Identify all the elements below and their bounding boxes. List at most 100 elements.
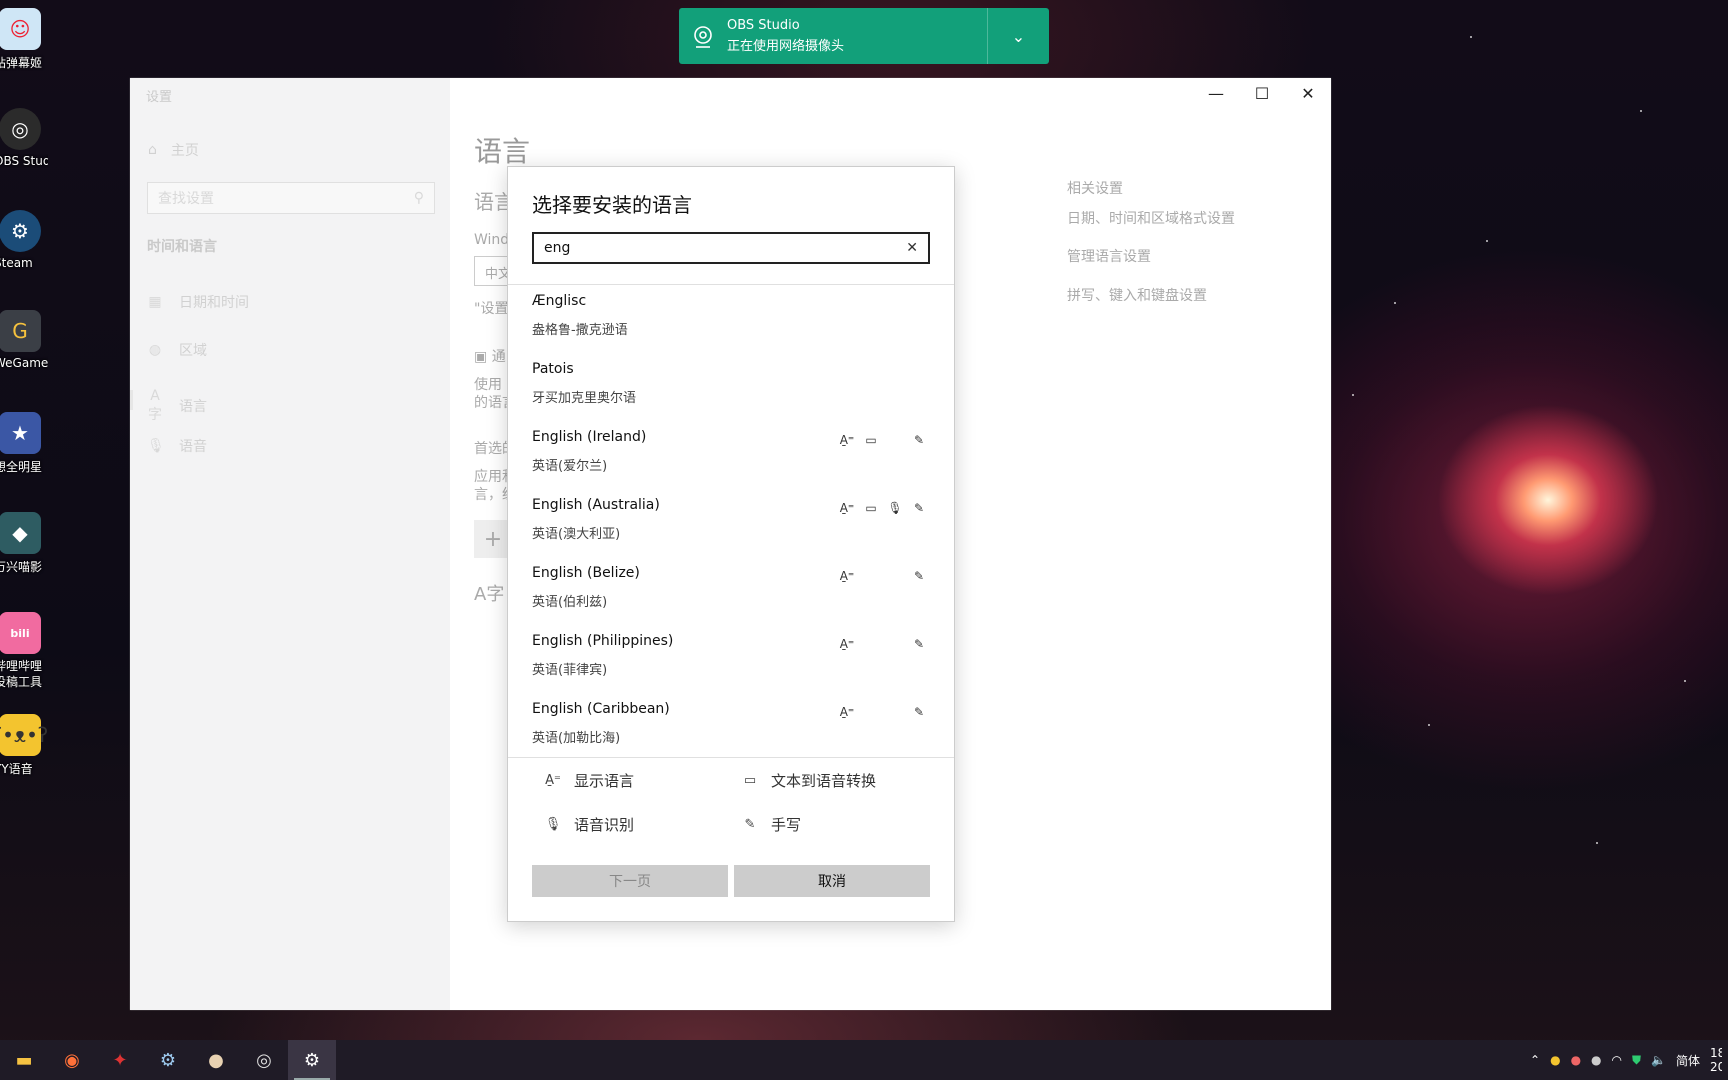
desktop-icon-label: 哔哩哔哩投稿工具 [0,659,43,689]
handwriting-icon: ✎ [913,501,925,515]
star [1640,110,1642,112]
related-link-spelling-typing[interactable]: 拼写、键入和键盘设置 [1067,285,1207,305]
cancel-button[interactable]: 取消 [734,865,930,897]
text-to-speech-icon: ▭ [743,773,757,788]
notification-toast[interactable]: OBS Studio 正在使用网络摄像头 ⌄ [679,8,1049,64]
nav-item-speech[interactable]: 🎙 语音 [147,436,207,456]
desktop-icon-obs[interactable]: ◎ OBS Studio [0,108,48,168]
minimize-button[interactable]: — [1193,78,1239,108]
next-button[interactable]: 下一页 [532,865,728,897]
language-icon: A字 [148,388,162,423]
page-title: 语言 [474,135,531,168]
app-title: 设置 [146,90,173,105]
star [1394,302,1396,304]
desktop-icon-filmora[interactable]: ◆ 万兴喵影 [0,512,42,574]
desktop-icon-wegame[interactable]: G WeGame [0,310,48,370]
firefox-icon[interactable]: ◉ [48,1040,96,1080]
text-to-speech-icon: ▭ [865,433,877,447]
handwriting-icon: ✎ [913,637,925,651]
desktop-icon-steam[interactable]: ⚙ Steam [0,210,41,270]
desktop-icon-allstar[interactable]: ★ 想全明星 [0,412,42,474]
language-search-input[interactable] [544,240,907,256]
home-icon: ⌂ [148,142,157,158]
maximize-button[interactable]: ☐ [1239,78,1285,108]
text-to-speech-icon: ▭ [865,501,877,515]
speech-recognition-icon: 🎙 [887,501,903,515]
legend-speech-recognition: 🎙 语音识别 [544,814,634,835]
nav-section-title: 时间和语言 [147,239,217,255]
language-name: English (Caribbean) [532,701,670,717]
list-item[interactable]: English (Ireland) 英语(爱尔兰) A̱⁼ ▭ ✎ [508,419,954,487]
speech-recognition-icon: 🎙 [544,817,562,832]
desktop-icon-bilibili[interactable]: bili 哔哩哔哩投稿工具 [0,612,42,689]
list-item[interactable]: Patois 牙买加克里奥尔语 [508,351,954,419]
display-language-icon: A̱⁼ [839,569,855,583]
nav-item-language[interactable]: A字 语言 [147,388,207,424]
related-link-manage-language[interactable]: 管理语言设置 [1067,246,1151,266]
volume-icon[interactable]: 🔈 [1651,1053,1666,1067]
list-item[interactable]: English (Philippines) 英语(菲律宾) A̱⁼ ✎ [508,623,954,691]
list-item[interactable]: Ænglisc 盎格鲁-撒克逊语 [508,283,954,351]
admin-language-link[interactable]: ▣ 通 [474,346,506,366]
divider [508,757,954,758]
shield-icon[interactable]: ⛊ [1632,1053,1641,1068]
game-icon[interactable]: ✦ [96,1040,144,1080]
language-native-name: 英语(澳大利亚) [532,527,621,542]
system-tray: ⌃ ● ● ● ◠ ⛊ 🔈 简体 18 2021 [1530,1040,1728,1080]
steam-icon: ⚙ [0,210,41,252]
tray-app-icon[interactable]: ● [1571,1053,1581,1067]
minimize-icon: — [1208,83,1224,103]
close-button[interactable]: ✕ [1285,78,1331,108]
tray-app-icon[interactable]: ● [1591,1053,1601,1067]
notification-title: OBS Studio [727,18,800,33]
nav-item-region[interactable]: ◍ 区域 [147,340,207,360]
dialog-title: 选择要安装的语言 [532,193,692,217]
star [1352,394,1354,396]
nav-active-indicator [130,390,133,410]
chevron-up-icon[interactable]: ⌃ [1530,1053,1540,1067]
settings-gear-icon[interactable]: ⚙ [288,1040,336,1080]
yy-icon: ʕ•ᴥ•ʔ [0,714,48,756]
globe-icon: ◍ [148,342,162,358]
notification-body: 正在使用网络摄像头 [727,39,845,54]
tray-app-icon[interactable]: ● [1550,1053,1560,1067]
desktop-icon-danmaku[interactable]: ☺ 站弹幕姬 [0,8,42,70]
list-item[interactable]: English (Belize) 英语(伯利兹) A̱⁼ ✎ [508,555,954,623]
desktop-icon-yy[interactable]: ʕ•ᴥ•ʔ YY语音 [0,714,48,776]
star [1684,680,1686,682]
desktop-icon-label: 站弹幕姬 [0,56,43,70]
language-search-field[interactable]: ✕ [532,232,930,264]
taskbar-clock[interactable]: 18 2021 [1710,1046,1722,1074]
handwriting-icon: ✎ [913,569,925,583]
language-name: Ænglisc [532,293,587,309]
file-explorer-icon[interactable]: ▬ [0,1040,48,1080]
clear-icon[interactable]: ✕ [906,240,918,256]
anime-girl-icon: ☺ [0,8,41,50]
admin-desc-line1: 使用 [474,377,502,393]
list-item[interactable]: English (Caribbean) 英语(加勒比海) A̱⁼ ✎ [508,691,954,757]
wifi-icon[interactable]: ◠ [1612,1053,1622,1067]
nav-item-date-time[interactable]: ▦ 日期和时间 [147,292,249,312]
nav-home[interactable]: ⌂ 主页 [148,140,199,160]
plus-icon: + [483,526,503,552]
language-native-name: 英语(加勒比海) [532,731,621,746]
obs-icon[interactable]: ◎ [240,1040,288,1080]
display-language-icon: A̱⁼ [839,705,855,719]
nav-item-label: 语音 [179,439,207,455]
install-language-dialog: 选择要安装的语言 ✕ Ænglisc 盎格鲁-撒克逊语 Patois 牙买加克里… [507,166,955,922]
notification-expand-button[interactable]: ⌄ [987,8,1049,64]
related-link-date-region[interactable]: 日期、时间和区域格式设置 [1067,208,1235,228]
legend-label: 手写 [771,816,802,834]
steam-icon[interactable]: ⚙ [144,1040,192,1080]
nav-item-label: 日期和时间 [179,295,249,311]
language-list[interactable]: Ænglisc 盎格鲁-撒克逊语 Patois 牙买加克里奥尔语 English… [508,283,954,757]
ime-indicator[interactable]: 简体 [1676,1052,1700,1069]
settings-note: "设置 [474,301,509,317]
list-item[interactable]: English (Australia) 英语(澳大利亚) A̱⁼ ▭ 🎙 ✎ [508,487,954,555]
legend-label: 显示语言 [574,772,635,790]
maximize-icon: ☐ [1254,83,1270,103]
avatar-app-icon[interactable]: ● [192,1040,240,1080]
clock-time: 18 [1710,1046,1722,1060]
settings-search-input[interactable]: 查找设置 ⚲ [147,182,435,214]
desktop-icon-label: YY语音 [0,762,33,776]
